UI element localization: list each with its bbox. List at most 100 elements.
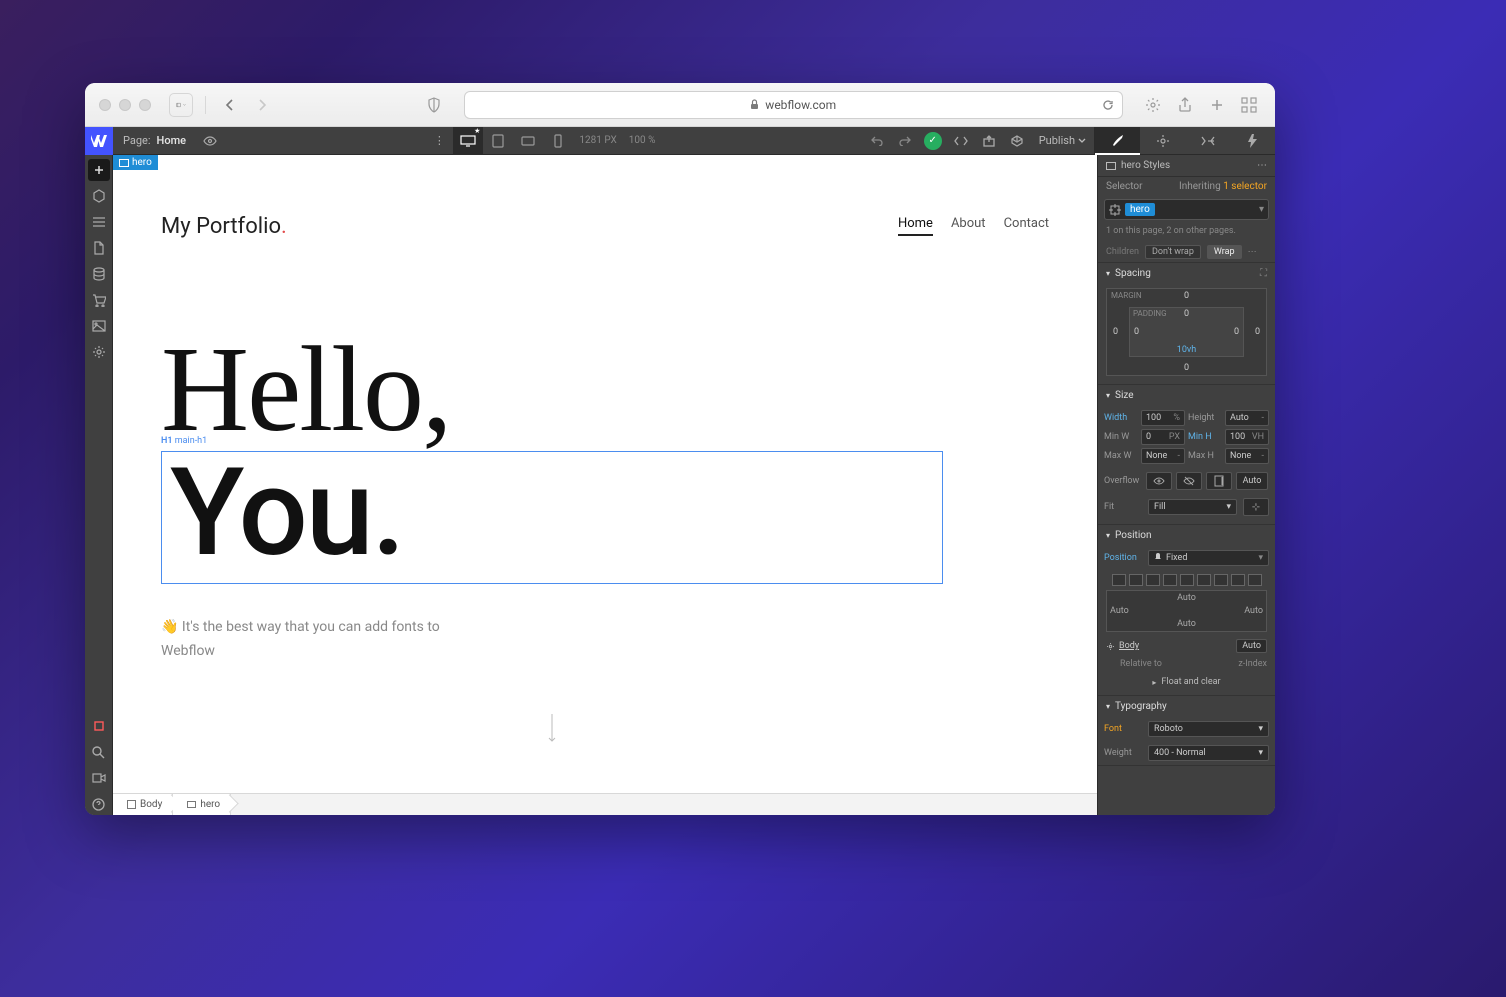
section-head-spacing[interactable]: ▾Spacing⛶ bbox=[1098, 263, 1275, 284]
inset-right[interactable]: Auto bbox=[1244, 606, 1263, 616]
tabs-overview-icon[interactable] bbox=[1237, 93, 1261, 117]
spacing-editor[interactable]: MARGIN 0 0 0 0 PADDING 0 0 0 10vh bbox=[1106, 288, 1267, 376]
class-chip[interactable]: hero bbox=[1125, 203, 1155, 216]
wrap-option-nowrap[interactable]: Don't wrap bbox=[1145, 245, 1201, 259]
code-icon[interactable] bbox=[947, 127, 975, 155]
device-desktop[interactable] bbox=[453, 127, 483, 155]
margin-top[interactable]: 0 bbox=[1184, 291, 1189, 301]
class-selector-input[interactable]: hero ▾ bbox=[1104, 199, 1269, 220]
section-head-size[interactable]: ▾Size bbox=[1098, 385, 1275, 406]
anchor-br[interactable] bbox=[1180, 574, 1194, 586]
inset-left[interactable]: Auto bbox=[1110, 606, 1129, 616]
overflow-auto[interactable]: Auto bbox=[1236, 472, 1268, 490]
nav-about[interactable]: About bbox=[951, 216, 986, 236]
margin-right[interactable]: 0 bbox=[1255, 327, 1260, 337]
anchor-l[interactable] bbox=[1197, 574, 1211, 586]
wrap-more[interactable]: ⋯ bbox=[1248, 247, 1257, 257]
hero-tagline[interactable]: 👋 It's the best way that you can add fon… bbox=[161, 616, 1049, 664]
selection-tag[interactable]: hero bbox=[113, 155, 158, 170]
wrap-option-wrap[interactable]: Wrap bbox=[1207, 245, 1242, 259]
overflow-scroll[interactable] bbox=[1206, 472, 1232, 490]
publish-button[interactable]: Publish bbox=[1031, 134, 1094, 147]
crumb-body[interactable]: Body bbox=[113, 794, 173, 815]
section-head-typography[interactable]: ▾Typography bbox=[1098, 696, 1275, 717]
width-input[interactable]: 100% bbox=[1141, 410, 1185, 426]
settings-gear-icon[interactable] bbox=[1141, 93, 1165, 117]
section-head-position[interactable]: ▾Position bbox=[1098, 525, 1275, 546]
new-tab-icon[interactable] bbox=[1205, 93, 1229, 117]
fullscreen-icon[interactable]: ⛶ bbox=[1260, 268, 1267, 279]
anchor-t[interactable] bbox=[1231, 574, 1245, 586]
pages-icon[interactable] bbox=[88, 237, 110, 259]
relative-body[interactable]: Body bbox=[1119, 641, 1139, 651]
device-mobile[interactable] bbox=[543, 127, 573, 155]
search-icon[interactable] bbox=[88, 741, 110, 763]
status-ok-icon[interactable]: ✓ bbox=[924, 132, 942, 150]
overflow-visible[interactable] bbox=[1146, 472, 1172, 490]
padding-right[interactable]: 0 bbox=[1234, 327, 1239, 337]
stop-icon[interactable] bbox=[88, 715, 110, 737]
add-element-icon[interactable] bbox=[88, 159, 110, 181]
nav-home[interactable]: Home bbox=[898, 216, 933, 236]
drag-handle-icon[interactable]: ⋮ bbox=[425, 127, 453, 155]
device-tablet[interactable] bbox=[483, 127, 513, 155]
sidebar-toggle[interactable] bbox=[169, 93, 193, 117]
tab-manager[interactable] bbox=[1185, 127, 1230, 155]
margin-bottom[interactable]: 0 bbox=[1184, 363, 1189, 373]
preview-eye-icon[interactable] bbox=[196, 127, 224, 155]
padding-top[interactable]: 0 bbox=[1184, 309, 1189, 319]
position-select[interactable]: Fixed▾ bbox=[1148, 550, 1269, 566]
maximize-window[interactable] bbox=[139, 99, 151, 111]
close-window[interactable] bbox=[99, 99, 111, 111]
video-icon[interactable] bbox=[88, 767, 110, 789]
audit-icon[interactable] bbox=[1003, 127, 1031, 155]
margin-left[interactable]: 0 bbox=[1113, 327, 1118, 337]
height-input[interactable]: Auto- bbox=[1225, 410, 1269, 426]
minw-input[interactable]: 0PX bbox=[1141, 429, 1185, 445]
font-select[interactable]: Roboto▾ bbox=[1148, 721, 1269, 737]
redo-icon[interactable] bbox=[891, 127, 919, 155]
nav-contact[interactable]: Contact bbox=[1004, 216, 1049, 236]
address-bar[interactable]: webflow.com bbox=[464, 91, 1124, 119]
settings-icon[interactable] bbox=[88, 341, 110, 363]
help-icon[interactable] bbox=[88, 793, 110, 815]
padding-bottom[interactable]: 10vh bbox=[1177, 345, 1196, 355]
relative-auto[interactable]: Auto bbox=[1236, 639, 1267, 653]
webflow-logo[interactable] bbox=[85, 127, 113, 155]
maxw-input[interactable]: None- bbox=[1141, 448, 1185, 464]
share-icon[interactable] bbox=[1173, 93, 1197, 117]
anchor-r[interactable] bbox=[1214, 574, 1228, 586]
cms-icon[interactable] bbox=[88, 263, 110, 285]
device-tablet-landscape[interactable] bbox=[513, 127, 543, 155]
anchor-bl[interactable] bbox=[1163, 574, 1177, 586]
tab-style[interactable] bbox=[1095, 127, 1140, 155]
weight-select[interactable]: 400 - Normal▾ bbox=[1148, 745, 1269, 761]
reload-icon[interactable] bbox=[1102, 99, 1114, 111]
more-icon[interactable]: ⋯ bbox=[1257, 160, 1267, 171]
page-selector[interactable]: Page: Home bbox=[113, 134, 196, 147]
anchor-tl[interactable] bbox=[1129, 574, 1143, 586]
overflow-hidden[interactable] bbox=[1176, 472, 1202, 490]
anchor-tr[interactable] bbox=[1146, 574, 1160, 586]
float-clear-row[interactable]: ▸Float and clear bbox=[1098, 672, 1275, 695]
canvas[interactable]: hero My Portfolio. Home About Contact He… bbox=[113, 155, 1097, 793]
nav-back[interactable] bbox=[218, 93, 242, 117]
inset-bottom[interactable]: Auto bbox=[1177, 619, 1196, 629]
components-icon[interactable] bbox=[88, 185, 110, 207]
fit-select[interactable]: Fill▾ bbox=[1148, 499, 1237, 515]
tab-settings[interactable] bbox=[1140, 127, 1185, 155]
assets-icon[interactable] bbox=[88, 315, 110, 337]
nav-forward[interactable] bbox=[250, 93, 274, 117]
padding-left[interactable]: 0 bbox=[1134, 327, 1139, 337]
maxh-input[interactable]: None- bbox=[1225, 448, 1269, 464]
hero-heading-line1[interactable]: Hello, bbox=[161, 329, 1049, 451]
ecommerce-icon[interactable] bbox=[88, 289, 110, 311]
anchor-b[interactable] bbox=[1248, 574, 1262, 586]
shield-icon[interactable] bbox=[422, 93, 446, 117]
inset-top[interactable]: Auto bbox=[1177, 593, 1196, 603]
selected-element-outline[interactable]: You. bbox=[161, 451, 943, 584]
chevron-down-icon[interactable]: ▾ bbox=[1259, 204, 1264, 215]
undo-icon[interactable] bbox=[863, 127, 891, 155]
tab-interactions[interactable] bbox=[1230, 127, 1275, 155]
anchor-full[interactable] bbox=[1112, 574, 1126, 586]
